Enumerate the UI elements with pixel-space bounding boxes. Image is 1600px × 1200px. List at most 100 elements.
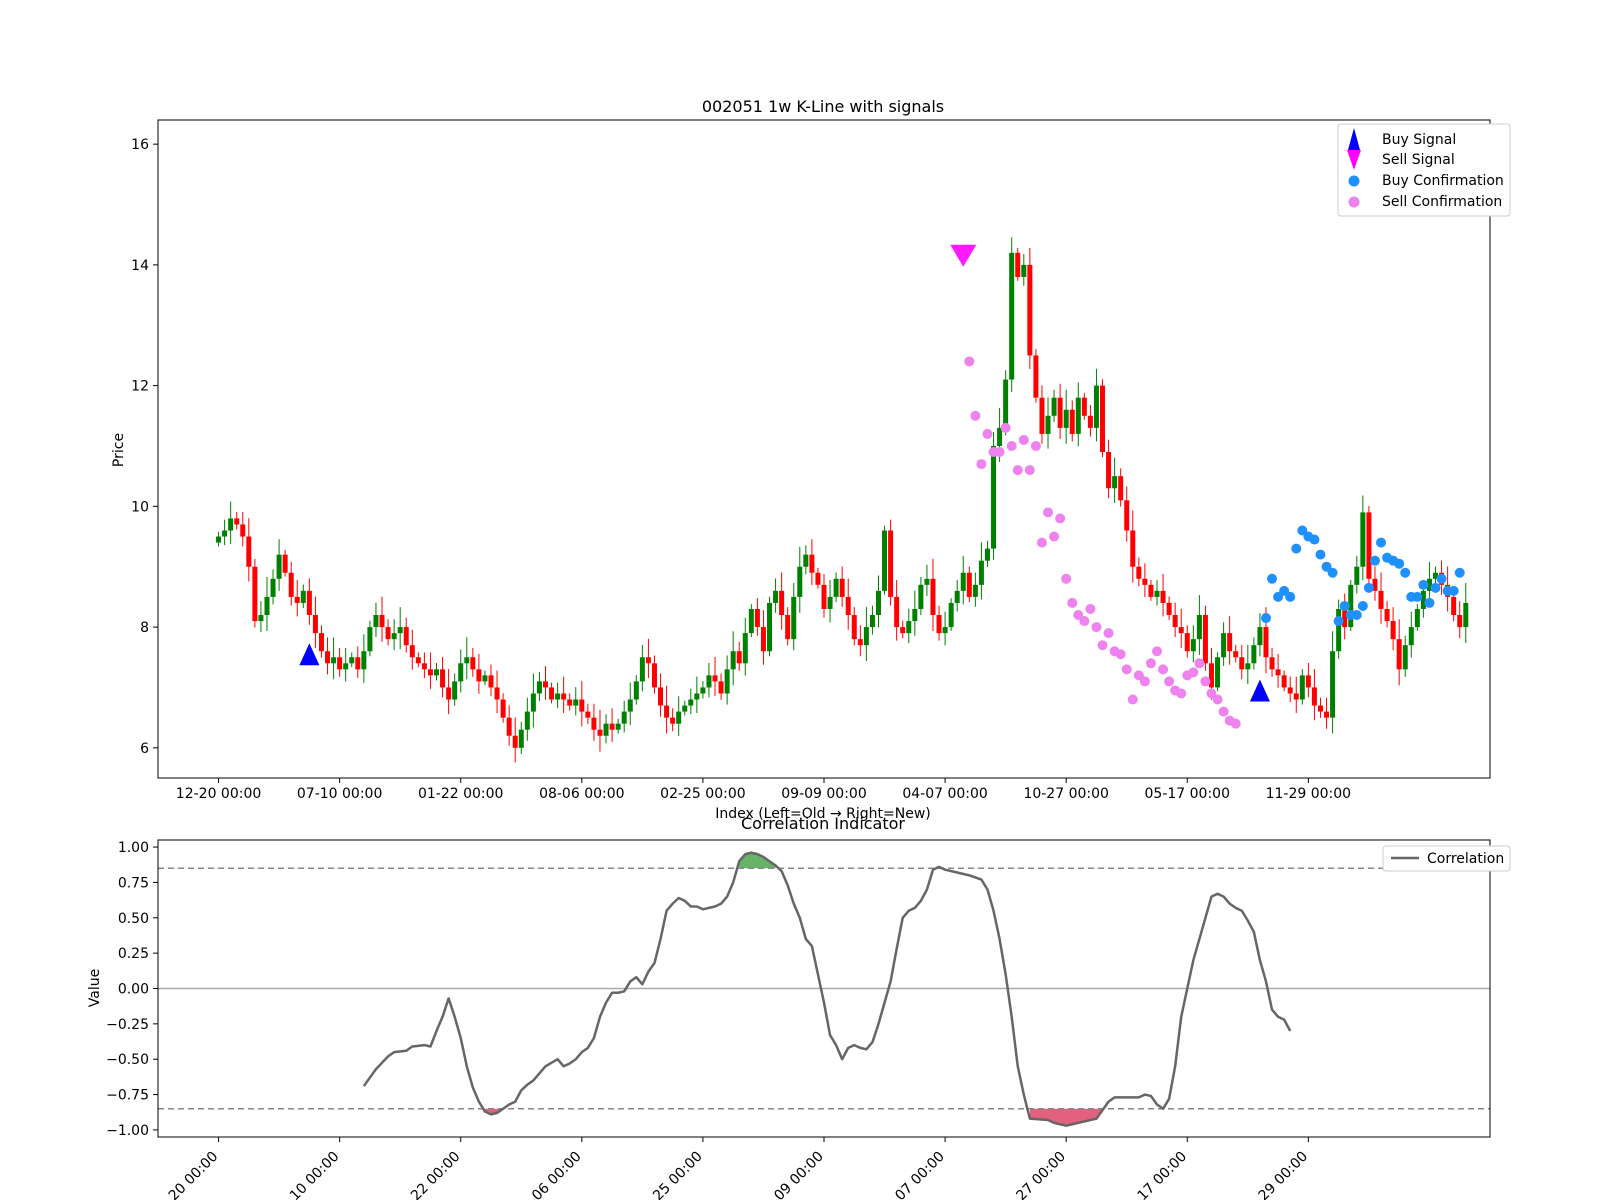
candle-down	[1172, 615, 1178, 628]
candle-up	[1245, 663, 1251, 670]
candle-up	[343, 663, 349, 670]
candle-down	[446, 687, 452, 700]
candle-up	[863, 627, 869, 646]
candle-down	[815, 572, 821, 585]
sell-confirmation-point	[1200, 676, 1211, 687]
candle-down	[1081, 397, 1087, 416]
kline-title: 002051 1w K-Line with signals	[702, 97, 944, 116]
candle-up	[464, 657, 470, 664]
legend-buy-confirmation-label: Buy Confirmation	[1382, 173, 1504, 189]
candle-up	[1336, 608, 1342, 652]
legend-sell-signal-label: Sell Signal	[1382, 152, 1455, 168]
buy-confirmation-point	[1327, 567, 1338, 578]
candle-up	[222, 530, 228, 537]
candle-down	[234, 518, 240, 525]
sell-confirmation-point	[1049, 531, 1060, 542]
candle-down	[403, 627, 409, 646]
candle-down	[1015, 252, 1021, 277]
sell-confirmation-point	[982, 428, 993, 439]
candle-down	[894, 596, 900, 628]
sell-confirmation-point	[1079, 616, 1090, 627]
candle-down	[1275, 669, 1281, 676]
buy-confirmation-point	[1339, 600, 1350, 611]
candle-down	[1148, 584, 1154, 597]
candle-up	[1330, 651, 1336, 718]
candle-down	[651, 663, 657, 688]
candle-up	[875, 590, 881, 616]
buy-confirmation-point	[1260, 613, 1271, 624]
candle-down	[1457, 615, 1463, 628]
candle-down	[718, 681, 724, 694]
buy-confirmation-point	[1291, 543, 1302, 554]
sell-confirmation-point	[1067, 597, 1078, 608]
candle-down	[936, 615, 942, 634]
buy-confirmation-point	[1436, 573, 1447, 584]
correlation-title: Correlation Indicator	[741, 814, 905, 833]
x-tick-label: 06 00:00	[529, 1149, 585, 1200]
x-tick-label: 02-25 00:00	[660, 786, 745, 802]
candle-up	[1408, 627, 1414, 646]
candle-up	[882, 530, 888, 591]
buy-confirmation-point	[1351, 610, 1362, 621]
buy-confirmation-point	[1363, 582, 1374, 593]
legend-buy-confirmation-marker	[1348, 175, 1360, 187]
candle-up	[216, 536, 222, 543]
candle-down	[712, 675, 718, 682]
candle-up	[1003, 379, 1009, 428]
candle-down	[427, 669, 433, 676]
sell-confirmation-point	[1164, 676, 1175, 687]
candle-up	[803, 554, 809, 567]
candle-down	[1287, 687, 1293, 694]
candle-down	[664, 705, 670, 718]
candle-up	[948, 602, 954, 628]
candle-up	[258, 615, 264, 622]
candle-up	[1063, 409, 1069, 428]
candle-up	[1257, 627, 1263, 646]
buy-confirmation-point	[1333, 616, 1344, 627]
candle-up	[954, 590, 960, 603]
buy-confirmation-point	[1454, 567, 1465, 578]
candle-down	[240, 524, 246, 537]
y-tick-label: −0.75	[106, 1088, 149, 1104]
candle-down	[1281, 675, 1287, 688]
kline-y-ticks: 6 8 10 12 14 16	[131, 137, 158, 757]
candle-up	[1215, 657, 1221, 688]
y-tick-label: 0.50	[118, 911, 149, 927]
candle-down	[252, 566, 258, 622]
kline-y-axis-label: Price	[111, 433, 127, 467]
sell-confirmation-point	[1115, 649, 1126, 660]
buy-confirmation-point	[1430, 582, 1441, 593]
candle-up	[906, 621, 912, 634]
sell-confirmation-point	[1000, 422, 1011, 433]
buy-confirmation-point	[1448, 585, 1459, 596]
x-tick-label: 10 00:00	[287, 1149, 343, 1200]
candle-down	[409, 645, 415, 658]
candle-down	[1100, 385, 1106, 453]
candle-up	[773, 590, 779, 603]
buy-confirmation-point	[1418, 579, 1429, 590]
candle-down	[1124, 500, 1130, 531]
candle-up	[730, 651, 736, 670]
candle-down	[930, 578, 936, 616]
sell-confirmation-point	[1127, 694, 1138, 705]
candle-up	[331, 657, 337, 664]
candle-down	[1184, 633, 1190, 652]
candle-down	[1178, 627, 1184, 634]
candle-up	[984, 548, 990, 561]
candle-up	[518, 729, 524, 748]
candle-down	[1069, 409, 1075, 434]
candle-up	[1190, 639, 1196, 652]
sell-confirmation-point	[1230, 718, 1241, 729]
candle-down	[494, 687, 500, 700]
x-tick-label: 09-09 00:00	[781, 786, 866, 802]
sell-confirmation-point	[964, 356, 975, 367]
candle-up	[367, 627, 373, 652]
y-tick-label: 6	[140, 741, 149, 757]
candle-down	[1305, 675, 1311, 688]
buy-confirmation-point	[1285, 591, 1296, 602]
buy-confirmation-point	[1394, 558, 1405, 569]
x-tick-label: 12-20 00:00	[176, 786, 261, 802]
sell-confirmation-point	[1176, 688, 1187, 699]
candle-down	[1342, 608, 1348, 628]
legend-sell-confirmation-marker	[1348, 196, 1360, 208]
